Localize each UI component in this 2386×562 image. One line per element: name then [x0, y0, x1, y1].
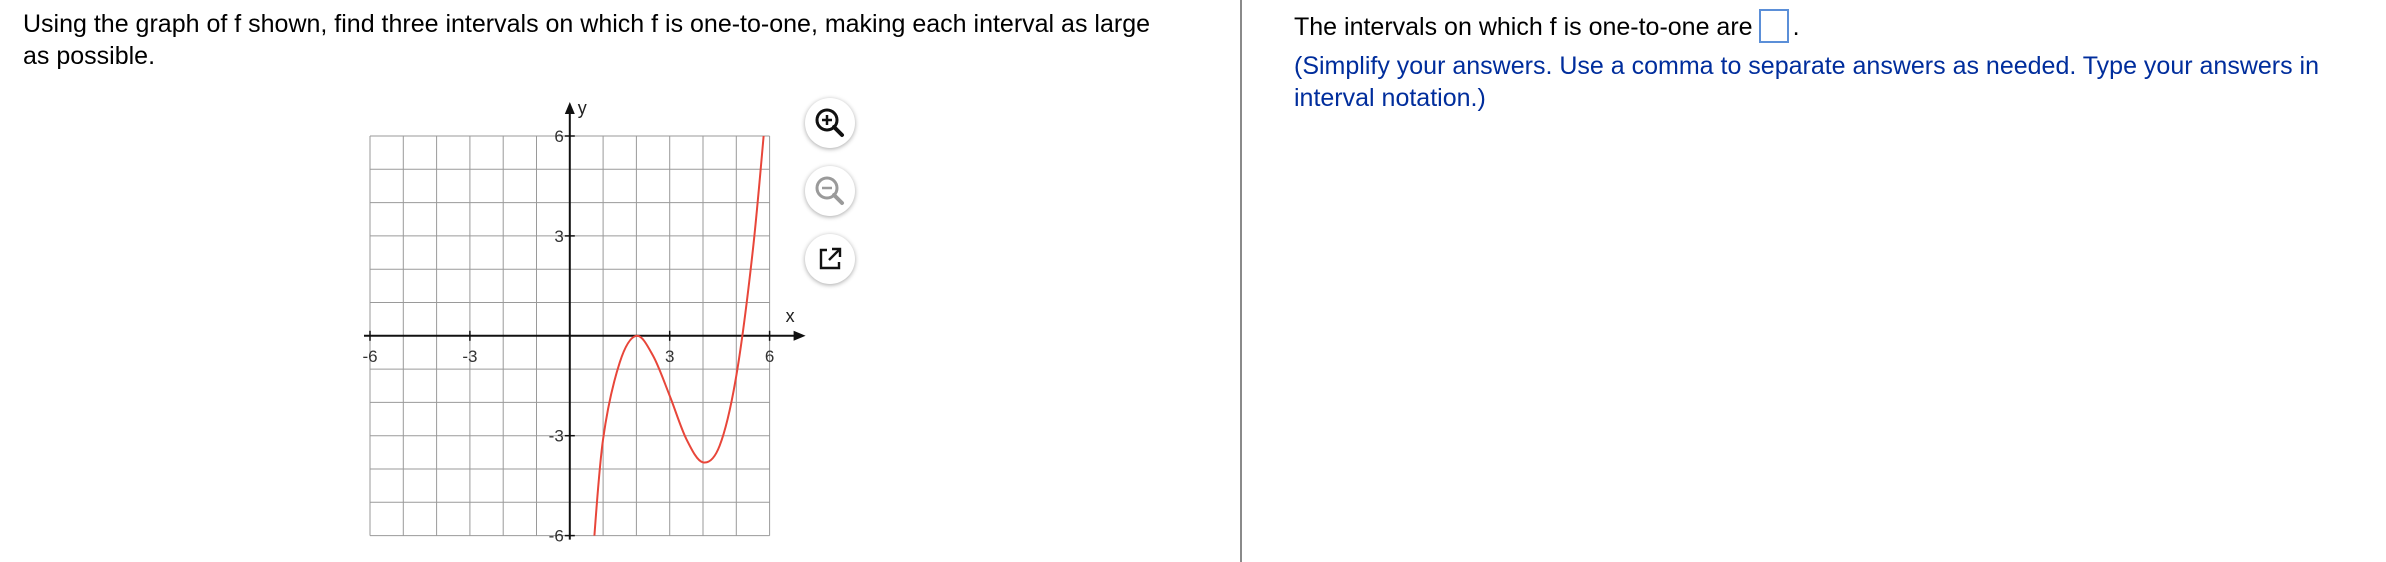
x-tick-label: -3 [462, 347, 477, 366]
question-text: Using the graph of f shown, find three i… [23, 10, 1151, 70]
x-tick-label: -6 [362, 347, 377, 366]
answer-prompt: The intervals on which f is one-to-one a… [1294, 9, 1800, 47]
x-axis-label: x [786, 306, 795, 326]
zoom-out-button[interactable] [805, 166, 855, 216]
function-curve [593, 136, 765, 536]
y-tick-label: 6 [554, 127, 563, 146]
y-axis-arrow [564, 102, 575, 114]
x-tick-label: 3 [665, 347, 674, 366]
zoom-in-icon [815, 108, 844, 137]
y-tick-label: -6 [549, 527, 564, 546]
panel-divider [1240, 0, 1242, 562]
answer-prefix: The intervals on which f is one-to-one a… [1294, 13, 1753, 41]
zoom-out-icon [815, 176, 844, 205]
external-link-icon [819, 247, 842, 270]
zoom-in-button[interactable] [805, 98, 855, 148]
graph-panel: x y -6 -3 3 6 6 3 -3 -6 [330, 98, 820, 546]
function-graph: x y -6 -3 3 6 6 3 -3 -6 [362, 98, 806, 546]
answer-instructions: (Simplify your answers. Use a comma to s… [1294, 52, 2319, 112]
problem-page: Using the graph of f shown, find three i… [0, 0, 2386, 562]
open-graph-window-button[interactable] [805, 234, 855, 284]
y-axis-label: y [578, 98, 587, 118]
answer-suffix: . [1792, 13, 1800, 41]
x-tick-label: 6 [765, 347, 774, 366]
y-tick-label: 3 [554, 227, 563, 246]
answer-input[interactable] [1758, 9, 1789, 44]
y-tick-label: -3 [549, 427, 564, 446]
x-axis-arrow [793, 330, 806, 341]
